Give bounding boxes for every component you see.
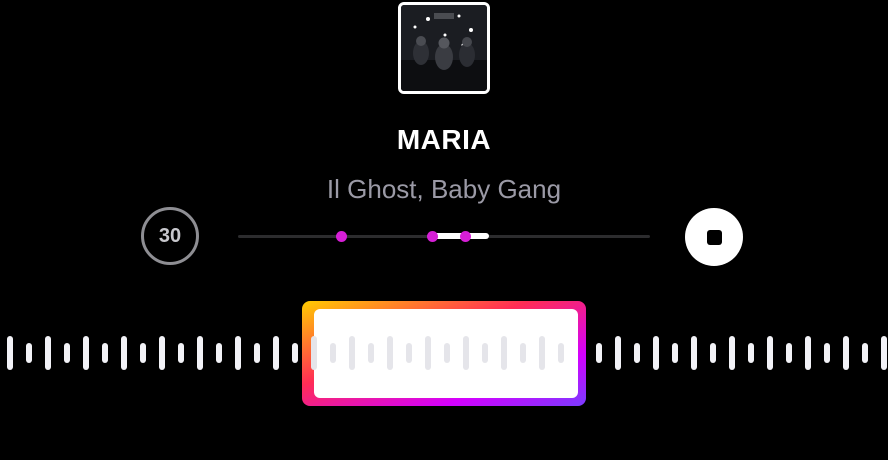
waveform-bar (691, 336, 697, 370)
waveform-selector[interactable] (0, 300, 888, 410)
waveform-bar (520, 343, 526, 363)
preview-scrubber[interactable] (238, 231, 650, 242)
waveform-bar (235, 336, 241, 370)
waveform-bar (45, 336, 51, 370)
waveform-bar (672, 343, 678, 363)
waveform-bar (311, 336, 317, 370)
waveform-bar (216, 343, 222, 363)
waveform-bar (767, 336, 773, 370)
waveform-bar (653, 336, 659, 370)
rewind-30-button[interactable]: 30 (141, 207, 199, 265)
waveform-bar (368, 343, 374, 363)
waveform-bar (558, 343, 564, 363)
waveform-bar (748, 343, 754, 363)
waveform-bar (881, 336, 887, 370)
waveform-bar (140, 343, 146, 363)
waveform-bar (7, 336, 13, 370)
waveform-bar (26, 343, 32, 363)
waveform-bar (596, 343, 602, 363)
scrubber-marker (459, 231, 471, 242)
waveform-bar (178, 343, 184, 363)
waveform-bar (121, 336, 127, 370)
waveform-bar (843, 336, 849, 370)
waveform-bar (387, 336, 393, 370)
scrubber-marker (336, 231, 347, 242)
waveform-bar (159, 336, 165, 370)
waveform-bar (64, 343, 70, 363)
waveform-bar (197, 336, 203, 370)
waveform-bar (273, 336, 279, 370)
waveform-bar (83, 336, 89, 370)
stop-button[interactable] (685, 208, 743, 266)
waveform-bar (615, 336, 621, 370)
waveform-bar (349, 336, 355, 370)
waveform-bar (102, 343, 108, 363)
waveform-bar (805, 336, 811, 370)
waveform-bar (330, 343, 336, 363)
waveform-bar (729, 336, 735, 370)
waveform-bar (406, 343, 412, 363)
waveform-bar (463, 336, 469, 370)
waveform-bar (710, 343, 716, 363)
album-cover-image (401, 5, 487, 91)
waveform-bar (444, 343, 450, 363)
track-title: MARIA (396, 124, 492, 155)
waveform-bar (482, 343, 488, 363)
waveform-bar (501, 336, 507, 370)
waveform-bar (425, 336, 431, 370)
waveform-bar (862, 343, 868, 363)
waveform-bar (539, 336, 545, 370)
track-artists: Il Ghost, Baby Gang (326, 174, 562, 204)
waveform-bar (254, 343, 260, 363)
album-art (398, 2, 490, 94)
waveform-bar (824, 343, 830, 363)
waveform-bar (786, 343, 792, 363)
scrubber-marker (426, 231, 438, 242)
rewind-30-label: 30 (158, 224, 182, 247)
waveform-bar (292, 343, 298, 363)
waveform-bar (634, 343, 640, 363)
stop-icon (706, 229, 722, 245)
